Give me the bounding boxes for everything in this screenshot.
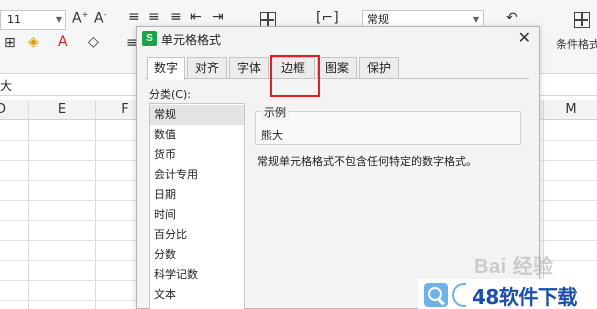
list-item[interactable]: 会计专用 [150, 165, 244, 185]
dialog-title: 单元格格式 [161, 33, 222, 47]
border-icon[interactable]: ⊞ [4, 36, 16, 50]
font-size-select[interactable]: 11 ▼ [0, 10, 66, 30]
font-color-icon[interactable]: A [58, 35, 68, 49]
column-e-header[interactable]: E [55, 102, 69, 117]
tab-protection[interactable]: 保护 [359, 57, 399, 78]
app-logo-icon: S [142, 31, 157, 46]
bracket-decoration [452, 283, 466, 307]
number-format-value: 常规 [367, 13, 389, 26]
list-item[interactable]: 数值 [150, 125, 244, 145]
category-list[interactable]: 常规 数值 货币 会计专用 日期 时间 百分比 分数 科学记数 文本 [149, 103, 245, 309]
tab-font[interactable]: 字体 [229, 57, 269, 78]
grid-line [28, 100, 29, 309]
conditional-format-icon[interactable] [574, 12, 590, 28]
increase-font-icon[interactable]: A+ [72, 11, 88, 26]
tab-strip-divider [145, 78, 529, 79]
fill-color-icon[interactable]: ◈ [28, 35, 39, 49]
list-item[interactable]: 日期 [150, 185, 244, 205]
sample-label: 示例 [261, 104, 289, 120]
list-item[interactable]: 分数 [150, 245, 244, 265]
outdent-icon[interactable]: ⇥ [212, 10, 224, 24]
tab-number[interactable]: 数字 [147, 57, 185, 80]
wrap-text-icon[interactable]: [⌐] [316, 11, 339, 25]
list-item[interactable]: 货币 [150, 145, 244, 165]
column-m-header[interactable]: M [564, 102, 578, 117]
list-item[interactable]: 百分比 [150, 225, 244, 245]
align-top-icon[interactable]: ≡ [128, 10, 140, 24]
formula-content: 大 [0, 79, 13, 93]
close-icon[interactable]: ✕ [518, 28, 531, 47]
list-item[interactable]: 科学记数 [150, 265, 244, 285]
undo-icon[interactable]: ↶ [506, 11, 518, 25]
list-item[interactable]: 时间 [150, 205, 244, 225]
decrease-font-icon[interactable]: A- [94, 11, 106, 26]
category-label: 分类(C): [149, 88, 191, 101]
eraser-icon[interactable]: ◇ [88, 35, 99, 49]
column-d-header[interactable]: D [0, 102, 8, 117]
align-middle-icon[interactable]: ≡ [148, 10, 160, 24]
align-bottom-icon[interactable]: ≡ [170, 10, 182, 24]
conditional-format-button[interactable]: 条件格式 [556, 36, 597, 52]
tab-alignment[interactable]: 对齐 [187, 57, 227, 78]
font-size-value: 11 [7, 13, 21, 26]
site-watermark: 48软件下载 [418, 279, 597, 309]
magnifier-icon [424, 283, 448, 307]
grid-line [95, 100, 96, 309]
site-watermark-text: 48软件下载 [472, 285, 577, 309]
chevron-down-icon: ▼ [55, 15, 62, 24]
list-item[interactable]: 常规 [150, 105, 244, 125]
column-f-header[interactable]: F [118, 102, 132, 117]
tab-pattern[interactable]: 图案 [317, 57, 357, 78]
dialog-title-bar[interactable]: S 单元格格式 ✕ [137, 27, 539, 51]
border-tab-highlight [270, 55, 320, 97]
baidu-watermark: Bai 经验 [474, 256, 554, 278]
sample-value: 熊大 [261, 129, 283, 142]
format-description: 常规单元格格式不包含任何特定的数字格式。 [257, 155, 477, 168]
indent-icon[interactable]: ⇤ [190, 10, 202, 24]
list-item[interactable]: 文本 [150, 285, 244, 305]
sample-group [255, 111, 521, 145]
